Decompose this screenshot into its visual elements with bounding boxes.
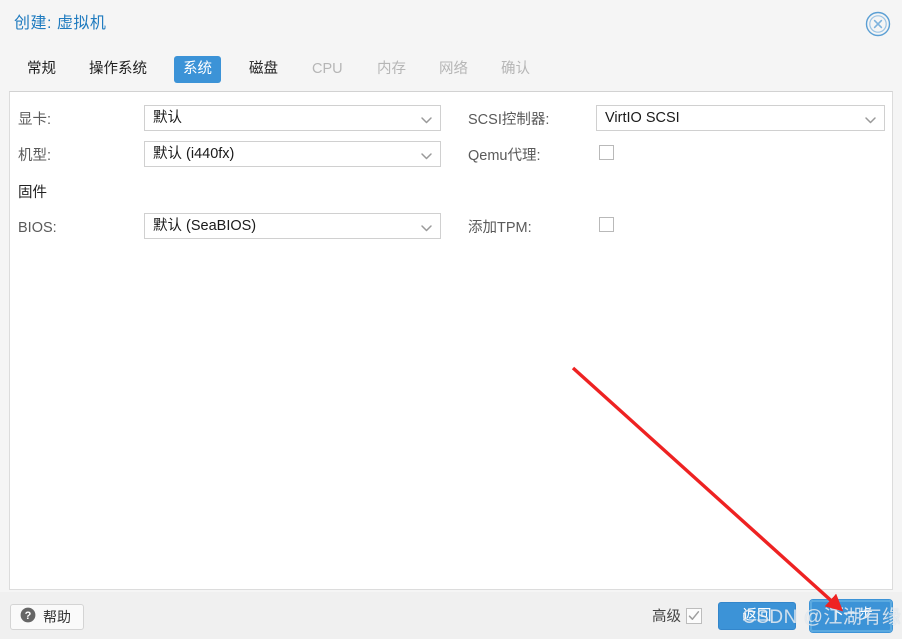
graphic-card-value: 默认 — [153, 110, 182, 126]
tab-os[interactable]: 操作系统 — [80, 56, 156, 83]
scsi-controller-label: SCSI控制器: — [468, 112, 550, 128]
advanced-checkbox[interactable] — [686, 608, 702, 624]
bios-select[interactable]: 默认 (SeaBIOS) — [144, 213, 441, 239]
system-tab-panel: 显卡: 默认 机型: 默认 (i440fx) 固件 BIOS: 默认 (SeaB… — [9, 91, 893, 590]
create-vm-dialog: 创建: 虚拟机 常规 操作系统 系统 磁盘 CPU 内存 网络 确认 显卡: 默… — [0, 0, 902, 639]
add-tpm-checkbox[interactable] — [599, 217, 614, 232]
qemu-agent-checkbox[interactable] — [599, 145, 614, 160]
chevron-down-icon — [864, 113, 877, 124]
chevron-down-icon — [420, 113, 433, 124]
bios-value: 默认 (SeaBIOS) — [153, 218, 257, 234]
tab-memory: 内存 — [377, 61, 406, 77]
tab-disks[interactable]: 磁盘 — [240, 56, 287, 83]
back-button[interactable]: 返回 — [718, 602, 796, 630]
scsi-controller-value: VirtIO SCSI — [605, 110, 680, 126]
tab-system[interactable]: 系统 — [174, 56, 221, 83]
add-tpm-label: 添加TPM: — [468, 220, 532, 236]
scsi-controller-select[interactable]: VirtIO SCSI — [596, 105, 885, 131]
question-mark-circle-icon: ? — [20, 607, 36, 628]
machine-type-value: 默认 (i440fx) — [153, 146, 235, 162]
next-button-label: 下一步 — [813, 603, 889, 629]
tab-cpu: CPU — [312, 61, 343, 77]
tab-confirm: 确认 — [501, 61, 530, 77]
qemu-agent-label: Qemu代理: — [468, 148, 541, 164]
firmware-section-heading: 固件 — [18, 185, 47, 201]
graphic-card-select[interactable]: 默认 — [144, 105, 441, 131]
machine-type-select[interactable]: 默认 (i440fx) — [144, 141, 441, 167]
help-button-label: 帮助 — [43, 609, 71, 625]
chevron-down-icon — [420, 221, 433, 232]
graphic-card-label: 显卡: — [18, 112, 52, 128]
tab-general[interactable]: 常规 — [18, 56, 65, 83]
wizard-tabbar: 常规 操作系统 系统 磁盘 CPU 内存 网络 确认 — [0, 49, 902, 91]
help-button[interactable]: ? 帮助 — [10, 604, 84, 630]
dialog-title: 创建: 虚拟机 — [14, 15, 107, 32]
advanced-label: 高级 — [652, 609, 681, 625]
svg-text:?: ? — [25, 610, 32, 622]
chevron-down-icon — [420, 149, 433, 160]
tab-network: 网络 — [439, 61, 468, 77]
machine-type-label: 机型: — [18, 148, 52, 164]
bios-label: BIOS: — [18, 220, 57, 236]
dialog-footer: ? 帮助 高级 返回 下一步 — [0, 592, 902, 639]
close-icon[interactable] — [865, 11, 891, 37]
dialog-titlebar: 创建: 虚拟机 — [0, 0, 902, 49]
next-button[interactable]: 下一步 — [809, 599, 893, 633]
